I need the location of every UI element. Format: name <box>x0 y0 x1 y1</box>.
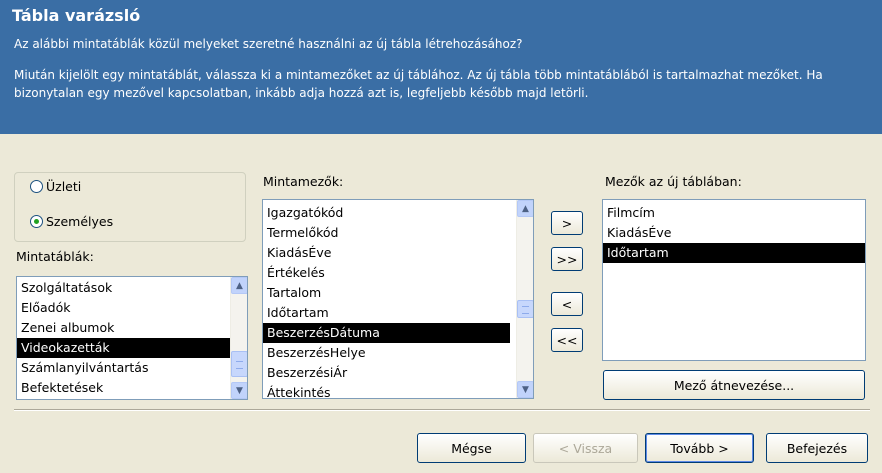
radio-personal[interactable]: Személyes <box>30 212 113 230</box>
finish-button[interactable]: Befejezés <box>766 433 868 463</box>
sample-fields-label: Mintamezők: <box>263 174 344 189</box>
list-item[interactable]: Szolgáltatások <box>17 278 247 298</box>
radio-business-label: Üzleti <box>46 178 82 194</box>
list-item[interactable]: Értékelés <box>263 263 533 283</box>
list-item[interactable]: Termelőkód <box>263 223 533 243</box>
list-item[interactable]: BeszerzésiÁr <box>263 363 533 383</box>
wizard-hint: Miután kijelölt egy mintatáblát, válassz… <box>14 68 823 100</box>
remove-all-fields-button[interactable]: << <box>551 328 583 352</box>
list-item-selected[interactable]: Időtartam <box>603 243 865 263</box>
list-item[interactable]: Befektetések <box>17 378 247 398</box>
add-field-button[interactable]: > <box>551 211 583 235</box>
sample-tables-list[interactable]: Szolgáltatások Előadók Zenei albumok Vid… <box>16 276 248 400</box>
radio-business[interactable]: Üzleti <box>30 177 81 195</box>
list-item[interactable]: Előadók <box>17 298 247 318</box>
list-item-selected[interactable]: Videokazetták <box>17 338 247 358</box>
scroll-thumb[interactable] <box>231 351 247 377</box>
vertical-scrollbar[interactable]: ▲ ▼ <box>230 277 247 399</box>
scroll-down-icon[interactable]: ▼ <box>517 381 533 398</box>
list-item[interactable]: Zenei albumok <box>17 318 247 338</box>
sample-tables-label: Mintatáblák: <box>16 249 94 264</box>
back-button[interactable]: < Vissza <box>533 433 638 463</box>
footer-separator <box>14 409 870 411</box>
list-item[interactable]: Időtartam <box>263 303 533 323</box>
wizard-title: Tábla varázsló <box>12 6 141 25</box>
radio-circle-icon <box>30 179 43 193</box>
sample-fields-list[interactable]: Igazgatókód Termelőkód KiadásÉve Értékel… <box>262 199 534 399</box>
wizard-question: Az alábbi mintatáblák közül melyeket sze… <box>14 37 523 51</box>
list-item[interactable]: Áttekintés <box>263 383 533 398</box>
list-item[interactable]: BeszerzésHelye <box>263 343 533 363</box>
list-item[interactable]: KiadásÉve <box>603 223 865 243</box>
vertical-scrollbar[interactable]: ▲ ▼ <box>516 200 533 398</box>
rename-field-button[interactable]: Mező átnevezése... <box>603 370 865 400</box>
list-item-selected[interactable]: BeszerzésDátuma <box>263 323 510 343</box>
list-item[interactable]: Tartalom <box>263 283 533 303</box>
list-item[interactable]: KiadásÉve <box>263 243 533 263</box>
new-fields-label: Mezők az új táblában: <box>605 174 742 189</box>
remove-field-button[interactable]: < <box>551 292 583 316</box>
scroll-up-icon[interactable]: ▲ <box>231 277 247 294</box>
scroll-thumb[interactable] <box>517 300 533 318</box>
wizard-header: Tábla varázsló Az alábbi mintatáblák köz… <box>0 0 882 134</box>
radio-personal-label: Személyes <box>46 213 114 229</box>
add-all-fields-button[interactable]: >> <box>551 247 583 271</box>
list-item[interactable]: Igazgatókód <box>263 203 533 223</box>
radio-selected-icon <box>30 214 43 228</box>
next-button[interactable]: Tovább > <box>645 433 754 463</box>
cancel-button[interactable]: Mégse <box>417 433 526 463</box>
scroll-up-icon[interactable]: ▲ <box>517 200 533 217</box>
list-item[interactable]: Számlanyilvántartás <box>17 358 247 378</box>
list-item[interactable]: Filmcím <box>603 203 865 223</box>
scroll-down-icon[interactable]: ▼ <box>231 382 247 399</box>
new-fields-list[interactable]: Filmcím KiadásÉve Időtartam <box>602 199 866 361</box>
